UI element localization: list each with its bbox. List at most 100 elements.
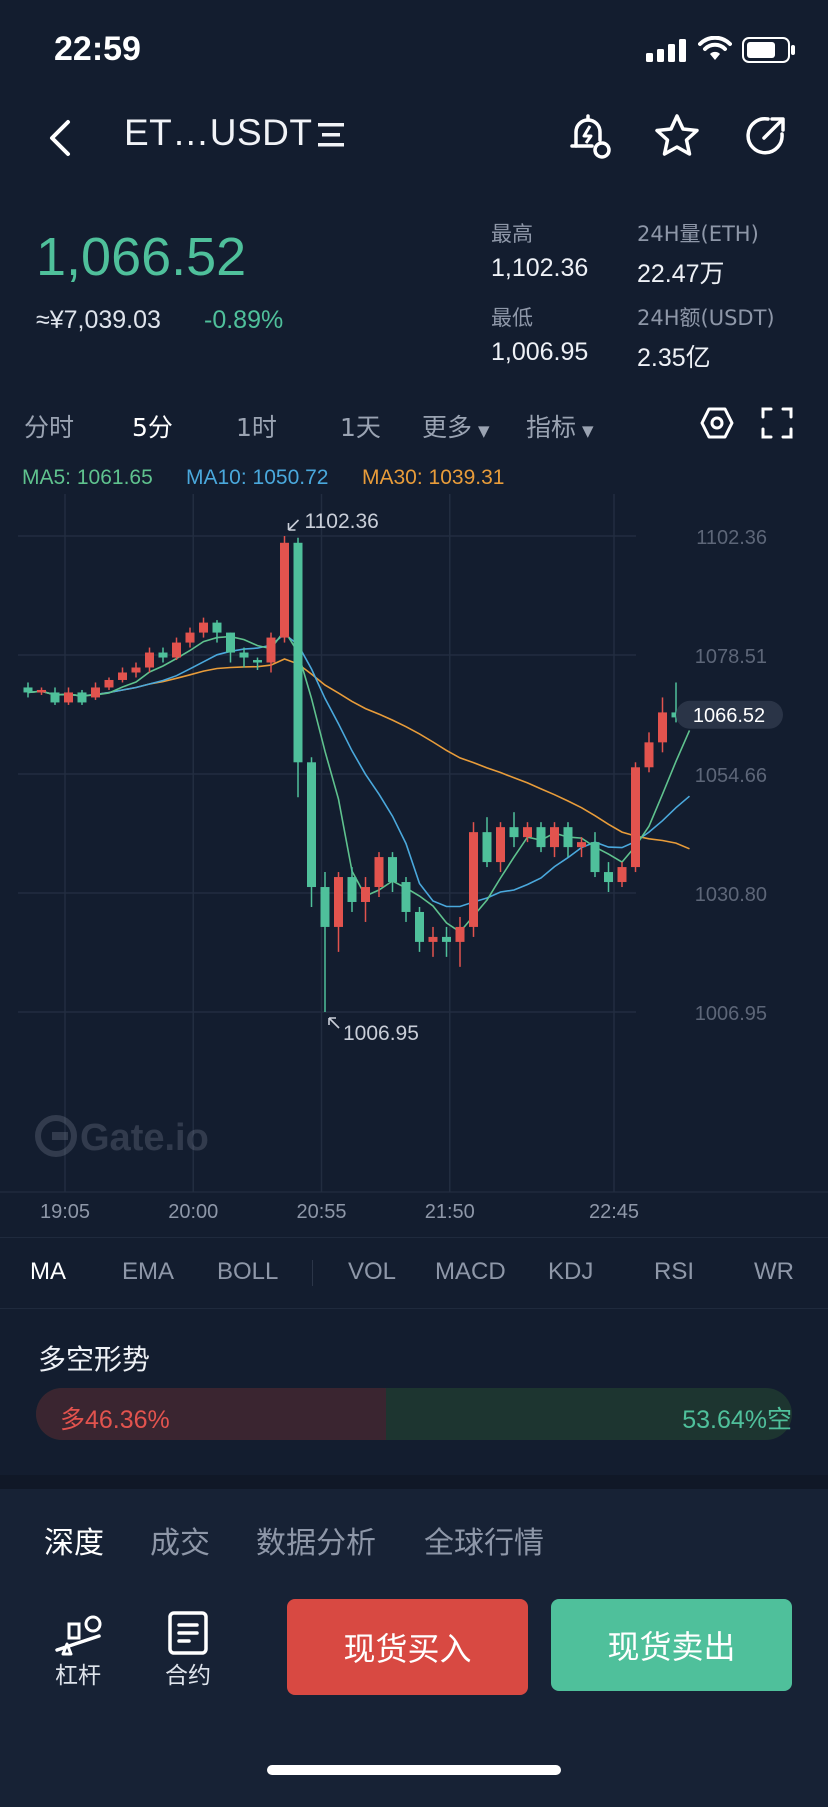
spot-buy-button[interactable]: 现货买入 xyxy=(287,1599,528,1695)
candle-body xyxy=(442,936,451,942)
tab-1day[interactable]: 1天 xyxy=(340,408,381,444)
tab-1hour[interactable]: 1时 xyxy=(236,408,277,444)
tab-indicator-label: 指标 xyxy=(526,413,577,442)
kline-chart-svg[interactable]: Gate.io 1102.36 1078.51 1054.66 1030.80 1006… xyxy=(0,494,828,1224)
ma-lines xyxy=(27,629,691,933)
indicator-tab-vol[interactable]: VOL xyxy=(348,1258,396,1286)
tab-global-market[interactable]: 全球行情 xyxy=(424,1518,544,1562)
candle-body xyxy=(563,827,573,848)
indicator-tab-rsi[interactable]: RSI xyxy=(654,1258,694,1286)
candle-body xyxy=(239,652,249,658)
candle-body xyxy=(658,712,667,743)
tab-depth[interactable]: 深度 xyxy=(44,1518,104,1562)
short-percentage: 53.64%空 xyxy=(682,1406,792,1434)
wifi-icon xyxy=(698,36,732,62)
indicator-tabs: MA EMA BOLL VOL MACD KDJ RSI WR xyxy=(0,1237,828,1309)
candle-body xyxy=(388,857,397,883)
low-arrow-icon xyxy=(328,1017,340,1029)
candle-body xyxy=(172,642,181,658)
candle-body xyxy=(509,827,519,838)
battery-icon xyxy=(742,37,796,63)
candle-body xyxy=(50,692,60,703)
candle-body xyxy=(469,832,478,927)
star-icon[interactable] xyxy=(652,112,702,160)
candle-body xyxy=(361,887,370,902)
low-value: 1,006.95 xyxy=(491,338,589,366)
timeframe-tabs: 分时 5分 1时 1天 更多 ▼ 指标 ▼ xyxy=(0,400,828,450)
pair-list-icon[interactable] xyxy=(316,122,346,148)
candle-body xyxy=(523,827,532,838)
tab-timeshare[interactable]: 分时 xyxy=(24,408,74,444)
candle-body xyxy=(280,542,289,638)
gate-watermark: Gate.io xyxy=(35,1115,209,1159)
candle-body xyxy=(482,832,492,863)
candle-body xyxy=(131,667,141,673)
ma5-line xyxy=(27,629,691,933)
candle-body xyxy=(590,842,600,873)
spot-sell-button[interactable]: 现货卖出 xyxy=(551,1599,792,1691)
indicator-tab-ema[interactable]: EMA xyxy=(122,1258,174,1286)
candle-body xyxy=(577,842,586,848)
leverage-icon xyxy=(55,1615,102,1656)
home-indicator xyxy=(267,1765,561,1775)
candle-body xyxy=(550,827,559,848)
candle-body xyxy=(226,632,235,653)
candle-body xyxy=(118,672,127,680)
caret-down-icon: ▼ xyxy=(478,422,490,440)
candle-body xyxy=(307,762,316,888)
high-value: 1,102.36 xyxy=(491,254,589,282)
tab-indicator[interactable]: 指标 ▼ xyxy=(526,408,594,444)
candle-body xyxy=(266,637,276,663)
candle-body xyxy=(536,827,546,848)
tab-data-analysis[interactable]: 数据分析 xyxy=(256,1518,376,1562)
high-label: 最高 xyxy=(491,222,533,246)
candle-body xyxy=(604,872,613,883)
candle-body xyxy=(293,542,303,763)
back-arrow-icon[interactable] xyxy=(44,118,80,158)
candle-body xyxy=(644,742,654,768)
candle-body xyxy=(320,887,330,927)
contract-button[interactable]: 合约 xyxy=(150,1610,226,1690)
last-price: 1,066.52 xyxy=(36,227,247,287)
candle-body xyxy=(64,692,73,703)
indicator-tab-wr[interactable]: WR xyxy=(754,1258,794,1286)
y-axis-labels: 1102.36 1078.51 1054.66 1030.80 1006.95 xyxy=(695,527,767,1025)
ma10-line xyxy=(27,633,691,908)
price-change: -0.89% xyxy=(204,306,284,334)
chart-grid xyxy=(0,494,828,1193)
fullscreen-icon[interactable] xyxy=(760,406,794,440)
tab-trades[interactable]: 成交 xyxy=(150,1518,210,1562)
indicator-tab-ma[interactable]: MA xyxy=(30,1258,66,1286)
kline-chart[interactable]: Gate.io 1102.36 1078.51 1054.66 1030.80 1006… xyxy=(0,494,828,1224)
high-arrow-icon xyxy=(287,519,300,531)
candle-body xyxy=(37,689,46,693)
long-short-title: 多空形势 xyxy=(38,1343,151,1376)
settings-hex-icon[interactable] xyxy=(700,406,734,440)
y-tick-label: 1054.66 xyxy=(695,765,767,787)
status-time: 22:59 xyxy=(54,30,141,68)
tab-more-label: 更多 xyxy=(422,413,473,442)
y-tick-label: 1030.80 xyxy=(695,884,767,906)
signal-icon xyxy=(646,38,688,62)
leverage-button[interactable]: 杠杆 xyxy=(40,1610,116,1690)
indicator-tab-boll[interactable]: BOLL xyxy=(217,1258,278,1286)
y-tick-label: 1078.51 xyxy=(695,646,767,668)
volume-label: 24H量(ETH) xyxy=(637,222,759,246)
y-tick-label: 1102.36 xyxy=(696,527,767,549)
x-tick-label: 20:00 xyxy=(168,1201,218,1223)
candle-body xyxy=(496,827,505,863)
candle-body xyxy=(617,867,627,883)
price-alert-icon[interactable] xyxy=(566,112,614,160)
candle-body xyxy=(77,692,87,703)
indicator-divider xyxy=(312,1260,313,1286)
share-icon[interactable] xyxy=(742,112,790,160)
ma30-legend: MA30: 1039.31 xyxy=(362,466,505,489)
tab-5min[interactable]: 5分 xyxy=(132,408,173,444)
status-bar: 22:59 xyxy=(0,0,828,100)
candle-body xyxy=(401,882,411,912)
pair-title[interactable]: ET…USDT xyxy=(124,112,313,154)
volume-value: 22.47万 xyxy=(637,260,725,288)
indicator-tab-kdj[interactable]: KDJ xyxy=(548,1258,593,1286)
indicator-tab-macd[interactable]: MACD xyxy=(435,1258,506,1286)
tab-more[interactable]: 更多 ▼ xyxy=(422,408,490,444)
